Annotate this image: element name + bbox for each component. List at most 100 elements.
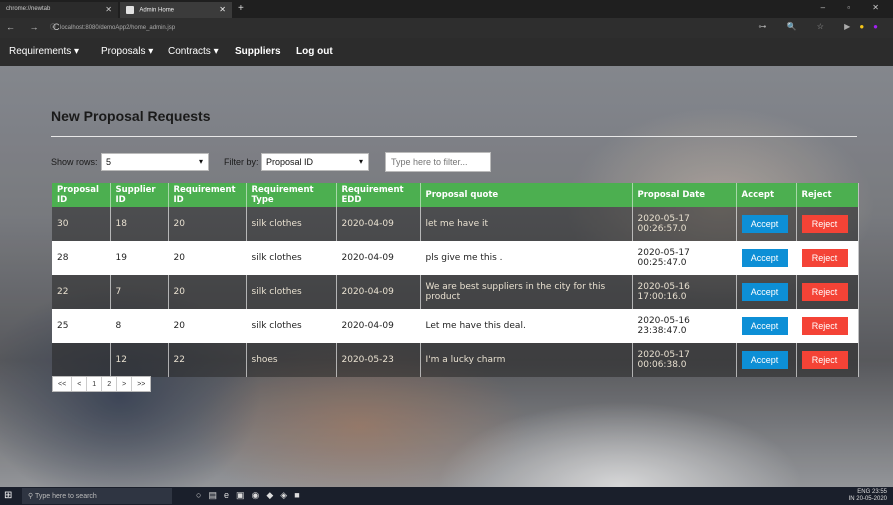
file-explorer-icon[interactable]: ▤: [208, 490, 224, 500]
cell-requirement-type: silk clothes: [246, 275, 337, 309]
pager-last[interactable]: >>: [132, 377, 150, 391]
tab-newtab[interactable]: chrome://newtab ✕: [0, 2, 118, 18]
cell-requirement-id: 20: [168, 309, 247, 343]
cell-proposal-date: 2020-05-17 00:25:47.0: [632, 241, 737, 275]
hero-background: New Proposal Requests Show rows: 5 ▾ Fil…: [0, 66, 893, 487]
col-header[interactable]: Supplier ID: [110, 183, 169, 207]
cell-supplier-id: 18: [110, 207, 169, 241]
cell-requirement-edd: 2020-04-09: [336, 309, 421, 343]
col-header[interactable]: Proposal Date: [632, 183, 737, 207]
cell-proposal-date: 2020-05-16 17:00:16.0: [632, 275, 737, 309]
nav-logout[interactable]: Log out: [296, 46, 333, 57]
reject-button[interactable]: Reject: [801, 317, 848, 335]
close-tab-icon[interactable]: ✕: [219, 5, 226, 14]
tray-lang: ENG: [857, 489, 871, 495]
col-header[interactable]: Requirement Type: [246, 183, 337, 207]
cell-requirement-id: 20: [168, 241, 247, 275]
taskbar: ⊞ ⚲ Type here to search ○▤e▣◉◆◈■ ENG 23:…: [0, 487, 893, 505]
pager-page-2[interactable]: 2: [102, 377, 118, 391]
search-icon: ⚲: [28, 493, 35, 500]
cell-proposal-id: 30: [52, 207, 111, 241]
cell-reject: Reject: [796, 241, 859, 275]
profile-avatar[interactable]: ●: [873, 22, 887, 31]
cell-requirement-type: silk clothes: [246, 241, 337, 275]
reject-button[interactable]: Reject: [801, 351, 848, 369]
info-icon[interactable]: ⓘ: [50, 25, 56, 31]
store-icon[interactable]: ▣: [236, 490, 252, 500]
system-tray[interactable]: ENG 23:55 IN 20-05-2020: [849, 489, 887, 503]
windows-start-icon[interactable]: ⊞: [4, 490, 16, 502]
cell-accept: Accept: [736, 309, 797, 343]
app-icon[interactable]: ◈: [280, 490, 294, 500]
accept-button[interactable]: Accept: [741, 215, 788, 233]
accept-button[interactable]: Accept: [741, 351, 788, 369]
cell-requirement-edd: 2020-04-09: [336, 207, 421, 241]
cell-requirement-type: silk clothes: [246, 207, 337, 241]
cell-proposal-date: 2020-05-16 23:38:47.0: [632, 309, 737, 343]
show-rows-select[interactable]: 5 ▾: [101, 153, 209, 171]
pager-prev[interactable]: <: [72, 377, 88, 391]
reject-button[interactable]: Reject: [801, 215, 848, 233]
filter-by-label: Filter by:: [224, 157, 259, 167]
pagination: << < 1 2 > >>: [52, 376, 152, 392]
taskbar-app-icons[interactable]: ○▤e▣◉◆◈■: [196, 490, 307, 501]
accept-button[interactable]: Accept: [741, 249, 788, 267]
nav-requirements-dropdown[interactable]: Requirements ▾: [9, 46, 79, 57]
taskbar-search-placeholder: Type here to search: [34, 493, 97, 500]
cell-reject: Reject: [796, 207, 859, 241]
tab-admin-home[interactable]: Admin Home ✕: [120, 2, 232, 18]
app-icon[interactable]: ■: [294, 490, 306, 500]
col-header[interactable]: Proposal quote: [420, 183, 633, 207]
col-header[interactable]: Requirement ID: [168, 183, 247, 207]
task-view-icon[interactable]: ○: [196, 490, 208, 500]
filter-input[interactable]: [385, 152, 491, 172]
reject-button[interactable]: Reject: [801, 283, 848, 301]
table-header-row: Proposal ID Supplier ID Requirement ID R…: [52, 183, 859, 207]
cell-proposal-id: 22: [52, 275, 111, 309]
edge-icon[interactable]: e: [224, 490, 236, 500]
cell-supplier-id: 8: [110, 309, 169, 343]
extension-icon[interactable]: ●: [859, 22, 873, 31]
cell-accept: Accept: [736, 275, 797, 309]
reject-button[interactable]: Reject: [801, 249, 848, 267]
cell-requirement-edd: 2020-04-09: [336, 241, 421, 275]
cell-requirement-edd: 2020-04-09: [336, 275, 421, 309]
table-row: 28 19 20 silk clothes 2020-04-09 pls giv…: [52, 241, 859, 275]
browser-toolbar-icons[interactable]: ⊶ 🔍 ☆ ▶●●: [758, 22, 887, 31]
title-divider: [51, 136, 857, 137]
close-tab-icon[interactable]: ✕: [105, 5, 112, 14]
new-tab-button[interactable]: +: [238, 3, 244, 14]
url-field[interactable]: ⓘ localhost:8080/demoApp2/home_admin.jsp: [50, 22, 175, 34]
taskbar-search[interactable]: ⚲ Type here to search: [22, 488, 172, 504]
nav-contracts-dropdown[interactable]: Contracts ▾: [168, 46, 219, 57]
proposals-table: Proposal ID Supplier ID Requirement ID R…: [52, 183, 859, 377]
pager-page-1[interactable]: 1: [87, 377, 103, 391]
accept-button[interactable]: Accept: [741, 283, 788, 301]
filter-by-value: Proposal ID: [266, 157, 314, 167]
chrome-icon[interactable]: ◉: [251, 490, 266, 500]
toolbar-glyphs[interactable]: ⊶ 🔍 ☆ ▶: [758, 22, 859, 31]
window-controls[interactable]: – ▫ ✕: [821, 3, 889, 12]
tab-label: Admin Home: [139, 7, 175, 14]
cell-requirement-id: 20: [168, 275, 247, 309]
page-title: New Proposal Requests: [51, 108, 211, 124]
col-header[interactable]: Requirement EDD: [336, 183, 421, 207]
cell-proposal-quote: pls give me this .: [420, 241, 633, 275]
nav-proposals-dropdown[interactable]: Proposals ▾: [101, 46, 153, 57]
col-header[interactable]: Proposal ID: [52, 183, 111, 207]
nav-suppliers[interactable]: Suppliers: [235, 46, 281, 57]
app-icon[interactable]: ◆: [266, 490, 280, 500]
cell-accept: Accept: [736, 343, 797, 377]
cell-requirement-type: silk clothes: [246, 309, 337, 343]
filter-by-select[interactable]: Proposal ID ▾: [261, 153, 369, 171]
cell-proposal-date: 2020-05-17 00:26:57.0: [632, 207, 737, 241]
pager-first[interactable]: <<: [53, 377, 73, 391]
cell-reject: Reject: [796, 309, 859, 343]
pager-next[interactable]: >: [117, 377, 133, 391]
show-rows-label: Show rows:: [51, 157, 98, 167]
tray-date: 20-05-2020: [856, 496, 887, 502]
cell-proposal-id: [52, 343, 111, 377]
chevron-down-icon: ▾: [198, 157, 203, 166]
table-row: 25 8 20 silk clothes 2020-04-09 Let me h…: [52, 309, 859, 343]
accept-button[interactable]: Accept: [741, 317, 788, 335]
